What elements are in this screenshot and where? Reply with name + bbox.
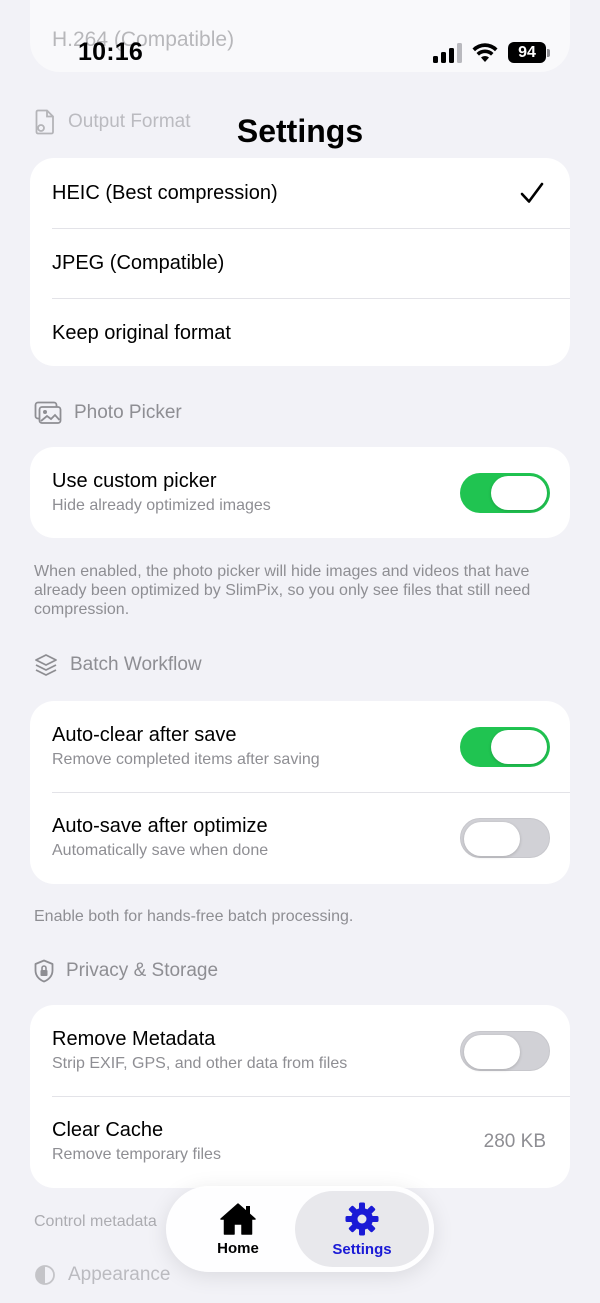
section-title: Output Format: [68, 111, 191, 132]
format-option-heic[interactable]: HEIC (Best compression): [30, 158, 570, 228]
remove-metadata-subtitle: Strip EXIF, GPS, and other data from fil…: [52, 1055, 348, 1072]
remove-metadata-row: Remove Metadata Strip EXIF, GPS, and oth…: [30, 1005, 570, 1096]
auto-clear-row: Auto-clear after save Remove completed i…: [30, 701, 570, 792]
output-format-card: HEIC (Best compression) JPEG (Compatible…: [30, 158, 570, 366]
status-time: 10:16: [78, 38, 143, 66]
auto-clear-subtitle: Remove completed items after saving: [52, 751, 320, 768]
photo-stack-icon: [34, 401, 62, 424]
auto-clear-toggle[interactable]: [460, 726, 550, 767]
custom-picker-subtitle: Hide already optimized images: [52, 497, 271, 514]
tab-settings-label: Settings: [332, 1240, 392, 1258]
tab-home[interactable]: Home: [175, 1191, 301, 1267]
cellular-signal-icon: [433, 42, 462, 63]
section-title: Appearance: [68, 1264, 171, 1285]
option-label: HEIC (Best compression): [52, 181, 278, 204]
clear-cache-subtitle: Remove temporary files: [52, 1146, 221, 1163]
auto-save-subtitle: Automatically save when done: [52, 842, 269, 859]
auto-save-toggle[interactable]: [460, 817, 550, 858]
auto-clear-title: Auto-clear after save: [52, 724, 237, 746]
auto-save-row: Auto-save after optimize Automatically s…: [30, 792, 570, 883]
house-icon: [220, 1202, 256, 1235]
option-label: Keep original format: [52, 321, 231, 344]
remove-metadata-toggle[interactable]: [460, 1030, 550, 1071]
privacy-storage-card: Remove Metadata Strip EXIF, GPS, and oth…: [30, 1005, 570, 1188]
layers-icon: [35, 654, 57, 676]
clear-cache-row[interactable]: Clear Cache Remove temporary files 280 K…: [30, 1096, 570, 1187]
batch-workflow-card: Auto-clear after save Remove completed i…: [30, 701, 570, 884]
auto-save-title: Auto-save after optimize: [52, 815, 268, 837]
cache-size-value: 280 KB: [483, 1130, 546, 1152]
checkmark-icon: [520, 182, 544, 203]
tab-settings[interactable]: Settings: [295, 1191, 429, 1267]
status-indicators: 94: [433, 42, 550, 63]
custom-picker-row: Use custom picker Hide already optimized…: [30, 447, 570, 538]
format-option-keep-original[interactable]: Keep original format: [30, 298, 570, 366]
remove-metadata-title: Remove Metadata: [52, 1028, 216, 1050]
custom-picker-toggle[interactable]: [460, 472, 550, 513]
lock-shield-icon: [34, 959, 54, 983]
option-label: JPEG (Compatible): [52, 251, 225, 274]
wifi-icon: [472, 42, 498, 62]
photo-picker-card: Use custom picker Hide already optimized…: [30, 447, 570, 538]
tab-home-label: Home: [217, 1239, 259, 1257]
section-header-photo-picker: Photo Picker: [34, 401, 182, 425]
custom-picker-title: Use custom picker: [52, 470, 217, 492]
battery-icon: 94: [508, 42, 550, 63]
tab-bar: Home Settings: [166, 1186, 434, 1272]
section-header-appearance: Appearance: [34, 1264, 170, 1286]
section-title: Privacy & Storage: [66, 960, 219, 981]
batch-workflow-footer: Enable both for hands-free batch process…: [34, 908, 354, 925]
clear-cache-title: Clear Cache: [52, 1119, 164, 1141]
photo-picker-footer: When enabled, the photo picker will hide…: [34, 563, 531, 619]
section-title: Photo Picker: [74, 402, 182, 423]
section-title: Batch Workflow: [70, 654, 202, 675]
section-header-batch-workflow: Batch Workflow: [34, 653, 202, 677]
format-option-jpeg[interactable]: JPEG (Compatible): [30, 228, 570, 298]
battery-level: 94: [508, 42, 546, 63]
gear-icon: [345, 1202, 379, 1235]
section-header-privacy-storage: Privacy & Storage: [34, 959, 218, 983]
appearance-icon: [35, 1265, 55, 1285]
file-settings-icon: [35, 109, 54, 135]
section-header-output-format: Output Format: [34, 109, 191, 135]
